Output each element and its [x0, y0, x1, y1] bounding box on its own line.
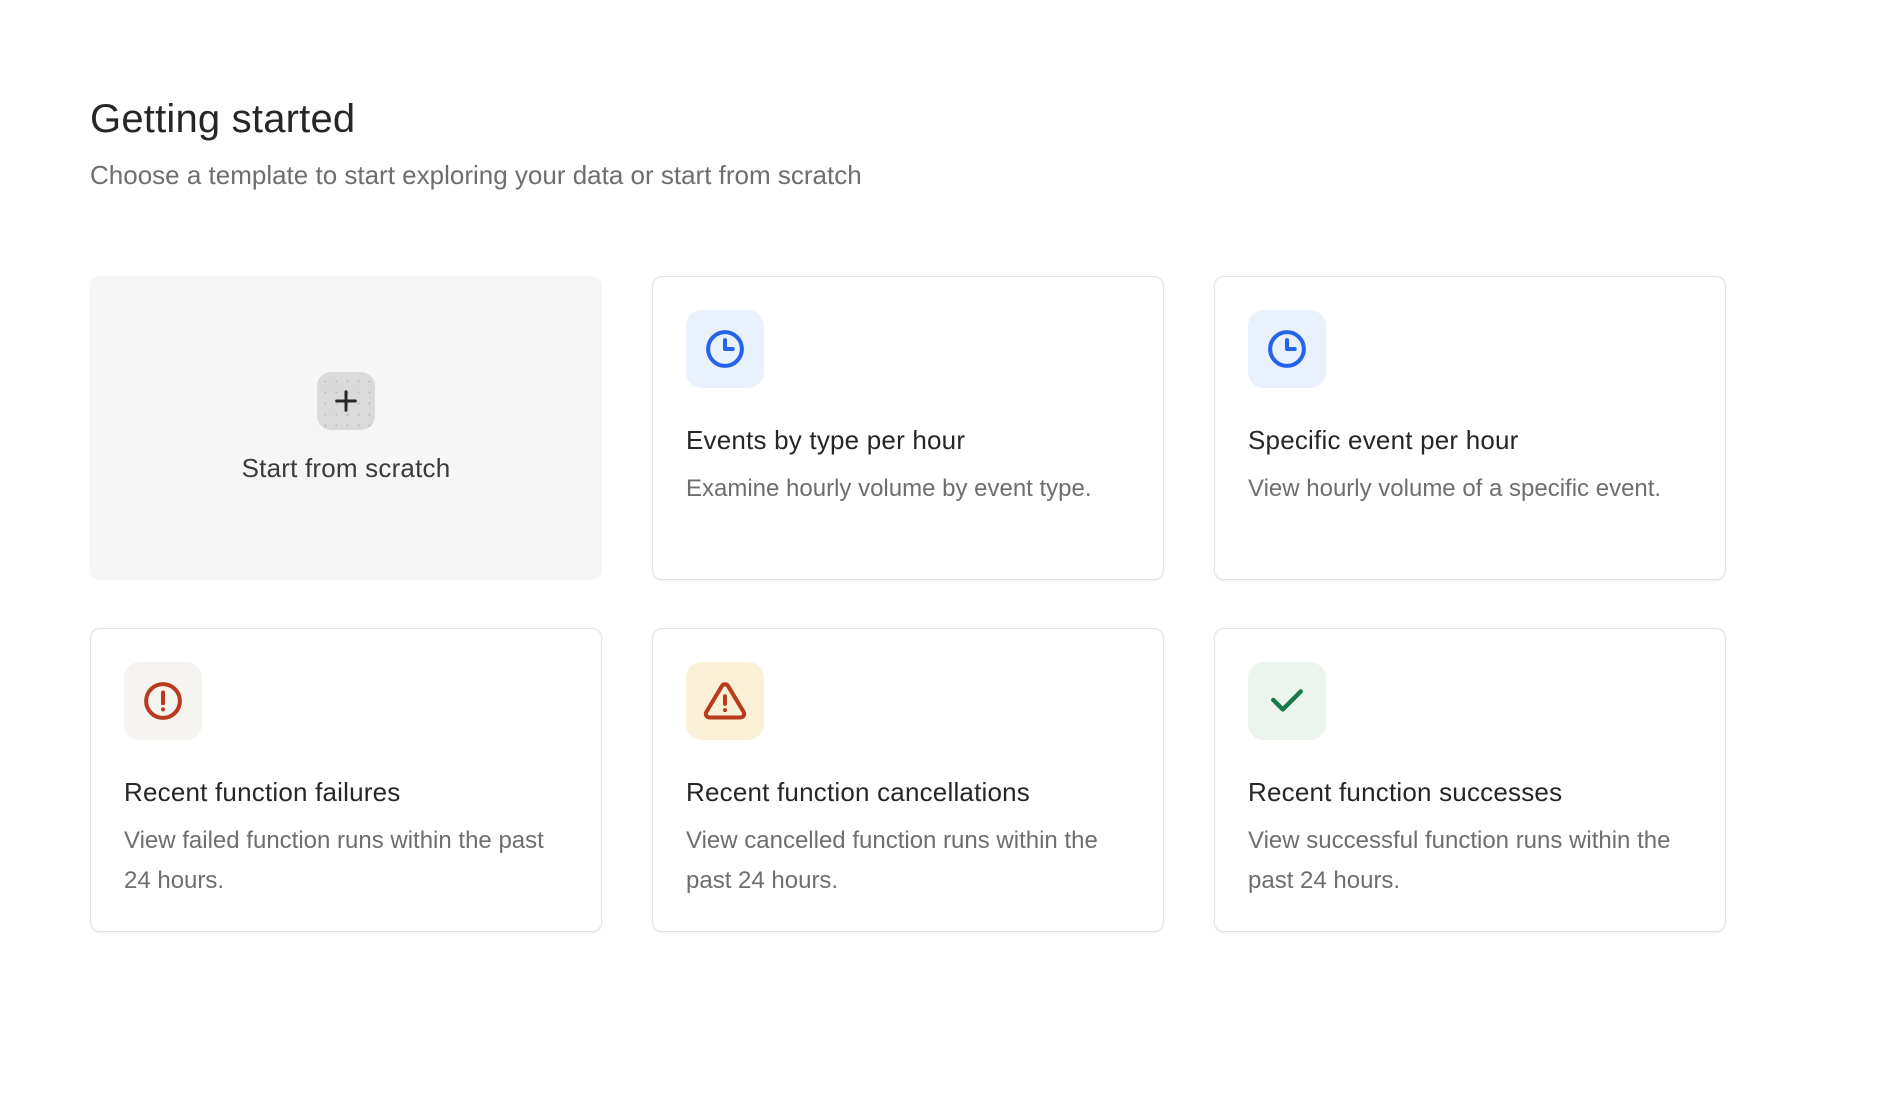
- clock-icon: [1248, 310, 1326, 388]
- alert-triangle-icon: [686, 662, 764, 740]
- card-title: Events by type per hour: [686, 424, 1130, 456]
- alert-circle-icon: [124, 662, 202, 740]
- template-card-recent-function-successes[interactable]: Recent function successes View successfu…: [1214, 628, 1726, 932]
- card-title: Recent function cancellations: [686, 776, 1130, 808]
- check-icon: [1248, 662, 1326, 740]
- page-subtitle: Choose a template to start exploring you…: [90, 157, 1786, 193]
- template-card-events-by-type-per-hour[interactable]: Events by type per hour Examine hourly v…: [652, 276, 1164, 580]
- getting-started-page: Getting started Choose a template to sta…: [0, 0, 1786, 932]
- template-card-specific-event-per-hour[interactable]: Specific event per hour View hourly volu…: [1214, 276, 1726, 580]
- card-title: Recent function successes: [1248, 776, 1692, 808]
- card-description: View failed function runs within the pas…: [124, 821, 554, 901]
- template-card-recent-function-failures[interactable]: Recent function failures View failed fun…: [90, 628, 602, 932]
- card-description: Examine hourly volume by event type.: [686, 469, 1116, 509]
- card-description: View cancelled function runs within the …: [686, 821, 1116, 901]
- plus-icon[interactable]: [317, 372, 375, 430]
- card-description: View successful function runs within the…: [1248, 821, 1678, 901]
- card-description: View hourly volume of a specific event.: [1248, 469, 1678, 509]
- start-from-scratch-label: Start from scratch: [242, 453, 451, 484]
- page-title: Getting started: [90, 95, 1786, 143]
- template-card-recent-function-cancellations[interactable]: Recent function cancellations View cance…: [652, 628, 1164, 932]
- clock-icon: [686, 310, 764, 388]
- card-title: Specific event per hour: [1248, 424, 1692, 456]
- template-grid: Start from scratch Events by type per ho…: [90, 276, 1786, 932]
- start-from-scratch-card[interactable]: Start from scratch: [90, 276, 602, 580]
- card-title: Recent function failures: [124, 776, 568, 808]
